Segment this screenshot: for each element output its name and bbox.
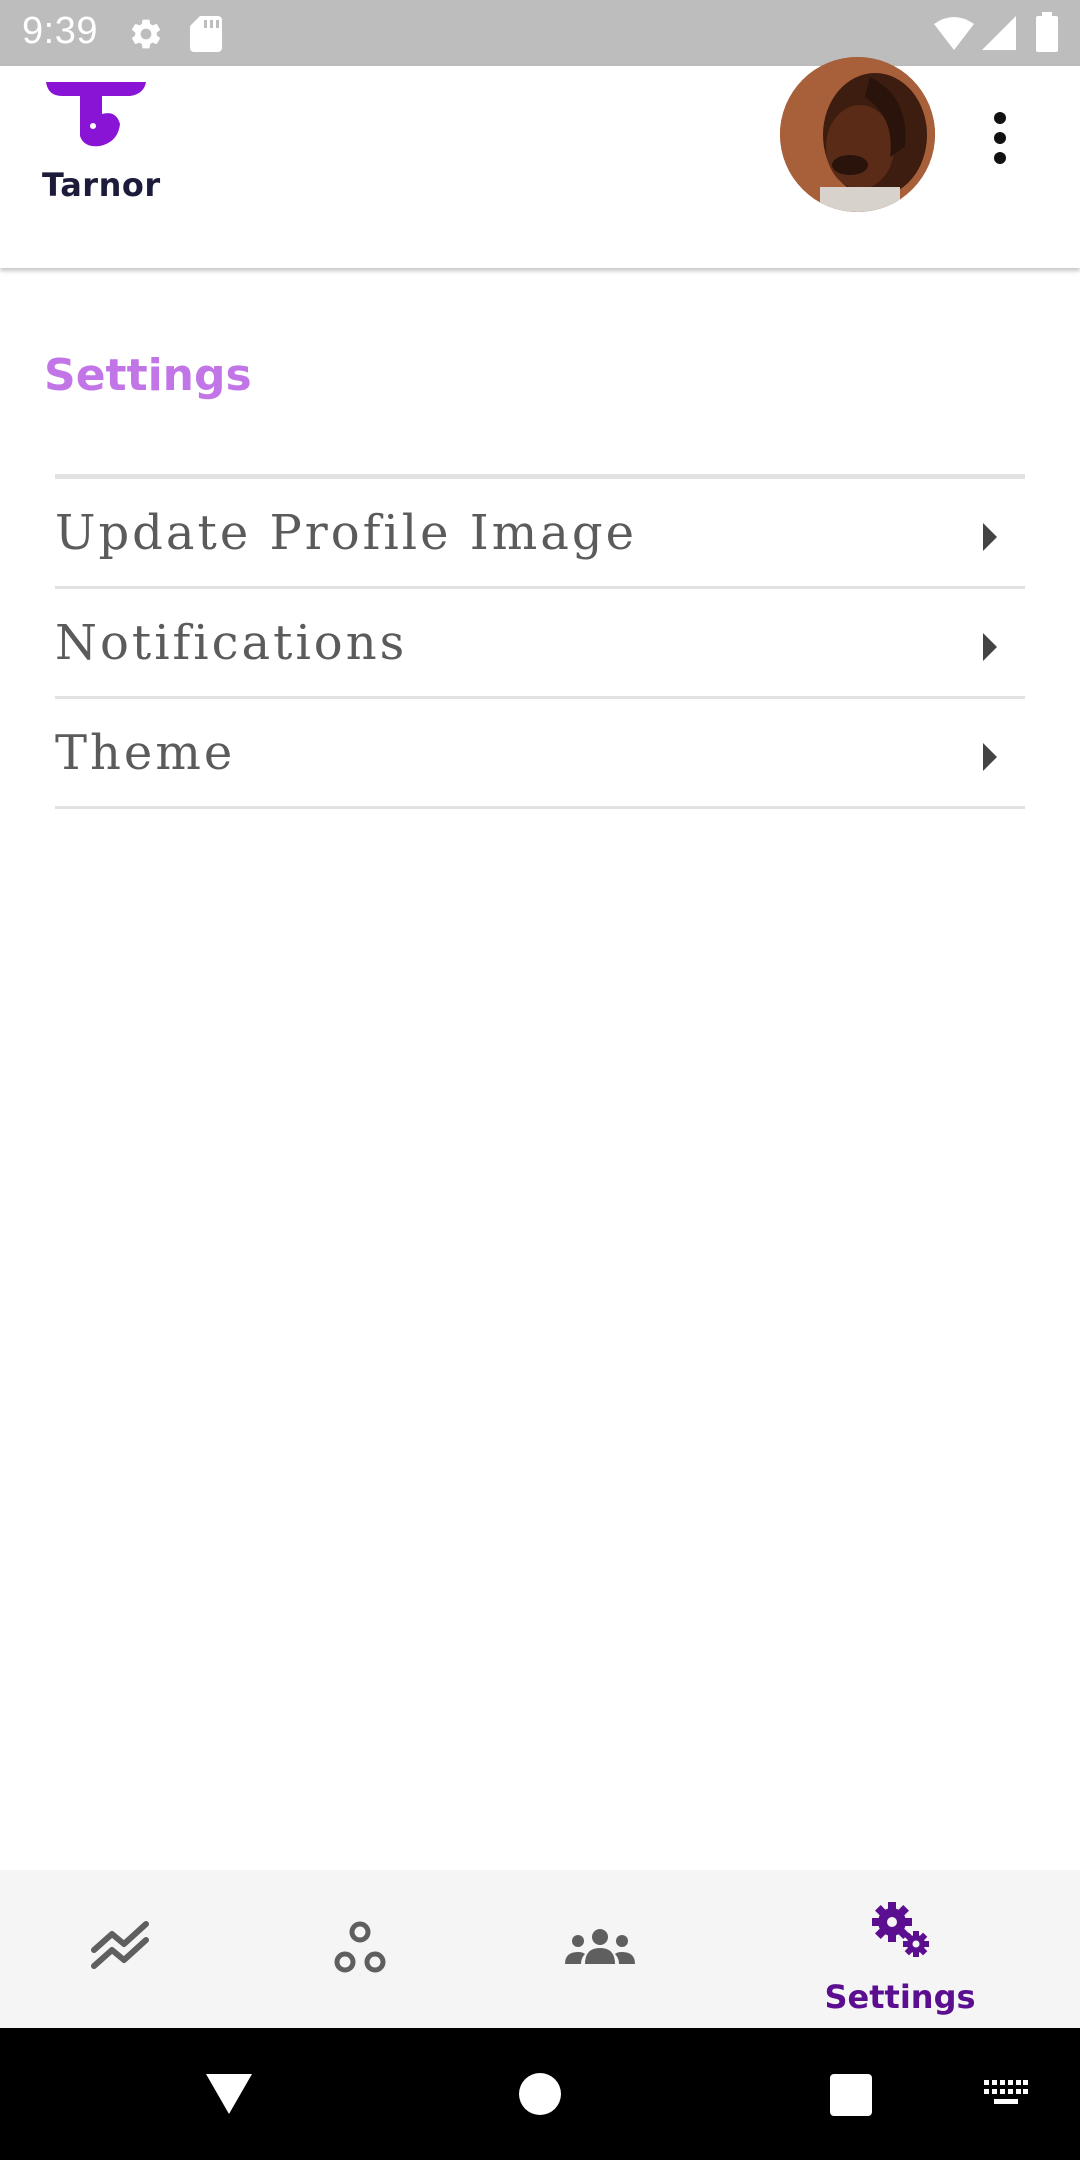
group-icon [565,1929,635,1964]
circles-icon [334,1921,386,1973]
status-time: 9:39 [22,10,98,52]
settings-icon [131,19,161,49]
tarnor-logo[interactable]: Tarnor [40,80,180,210]
arrow-right-icon [983,633,997,661]
app-bar: Tarnor [0,57,1080,268]
nav-item-group[interactable] [540,1870,660,2028]
home-icon[interactable] [518,2072,562,2116]
nav-label-settings: Settings [824,1978,976,2016]
nav-item-trends[interactable] [60,1870,180,2028]
status-bar: 9:39 [0,0,1080,66]
settings-item-label: Notifications [55,615,408,671]
screen: 9:39 Tarnor Settings Update Profile Imag… [0,0,1080,2160]
page-title: Settings [44,350,252,401]
arrow-right-icon [983,523,997,551]
settings-item-notifications[interactable]: Notifications [55,589,1025,699]
nav-item-circles[interactable] [300,1870,420,2028]
wifi-icon [934,17,974,50]
brand-name: Tarnor [42,166,161,204]
user-avatar[interactable] [780,57,935,212]
bottom-nav: Settings [0,1870,1080,2028]
avatar-photo [780,57,935,212]
settings-item-update-profile-image[interactable]: Update Profile Image [55,479,1025,589]
settings-item-label: Update Profile Image [55,505,637,561]
arrow-right-icon [983,743,997,771]
system-nav-bar [0,2028,1080,2160]
cogs-icon [872,1902,929,1957]
settings-item-label: Theme [55,725,236,781]
recents-icon[interactable] [830,2074,872,2116]
battery-icon [1036,12,1058,52]
settings-item-theme[interactable]: Theme [55,699,1025,809]
settings-list: Update Profile Image Notifications Theme [55,474,1025,809]
nav-item-settings[interactable]: Settings [800,1870,1000,2028]
keyboard-icon[interactable] [984,2080,1028,2108]
trending-chart-icon [91,1921,149,1969]
logo-mark-icon [46,82,146,147]
back-icon[interactable] [204,2072,254,2116]
signal-icon [982,16,1016,50]
more-vert-icon[interactable] [980,108,1020,178]
sd-card-icon [190,16,222,52]
